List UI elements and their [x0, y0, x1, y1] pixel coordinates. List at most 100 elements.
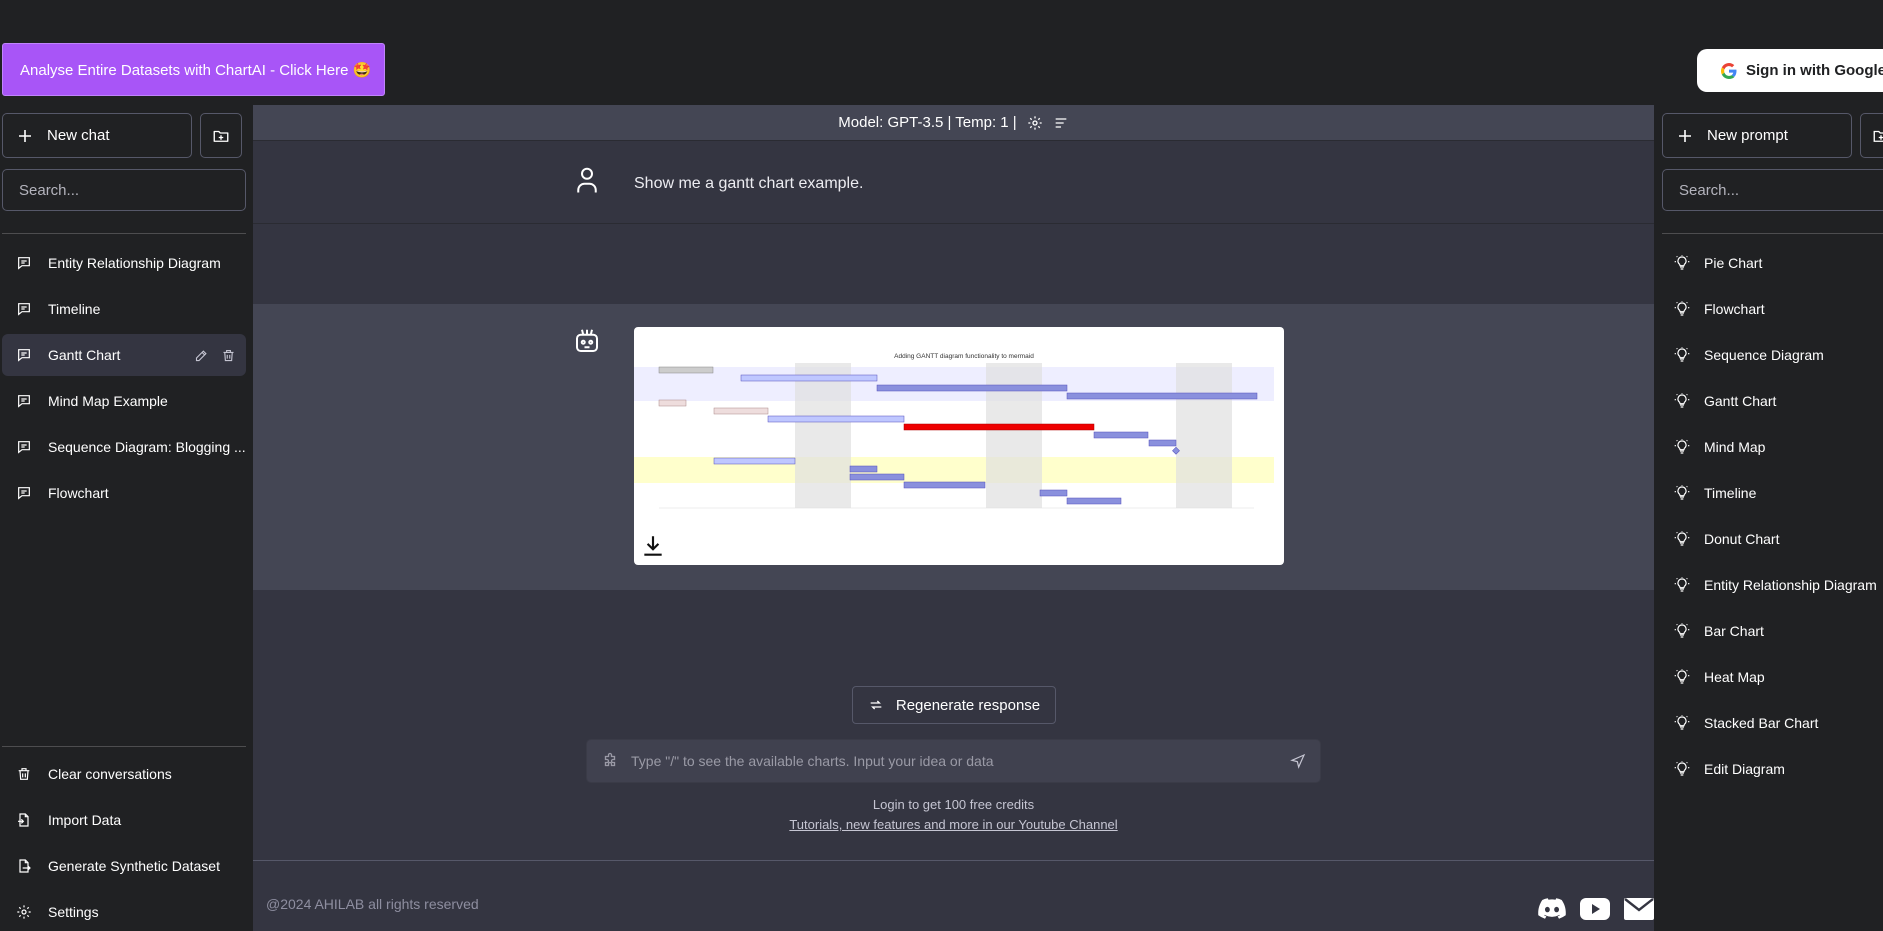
settings-label: Settings	[48, 904, 99, 920]
conversation-label: Timeline	[48, 301, 101, 317]
sidebar-bottom-divider	[2, 746, 246, 747]
conversation-label: Flowchart	[48, 485, 109, 501]
gantt-task-bar	[849, 465, 878, 473]
prompt-item[interactable]: Bar Chart	[1654, 611, 1764, 651]
send-icon[interactable]	[1290, 753, 1306, 769]
lightbulb-icon	[1674, 393, 1690, 408]
prompt-label: Flowchart	[1704, 301, 1765, 317]
conversation-actions	[194, 348, 236, 363]
copyright-text: @2024 AHILAB all rights reserved	[266, 896, 479, 912]
plus-icon	[1679, 129, 1691, 142]
lightbulb-icon	[1674, 439, 1690, 454]
right-sidebar: New prompt Pie Chart Flowchart Sequence Di…	[1654, 105, 1883, 931]
mail-icon[interactable]	[1624, 898, 1654, 920]
prompt-search-input[interactable]	[1662, 169, 1883, 211]
user-message: Show me a gantt chart example.	[253, 141, 1654, 224]
download-icon[interactable]	[640, 533, 666, 559]
user-message-text: Show me a gantt chart example.	[634, 175, 864, 192]
prompt-item[interactable]: Sequence Diagram	[1654, 335, 1824, 375]
social-links	[1538, 898, 1654, 920]
new-prompt-button[interactable]: New prompt	[1662, 113, 1852, 158]
credits-text: Login to get 100 free credits	[872, 797, 1035, 812]
youtube-icon[interactable]	[1580, 898, 1610, 920]
new-chat-label: New chat	[47, 127, 110, 144]
settings-button[interactable]: Settings	[2, 891, 246, 931]
align-left-icon[interactable]	[1053, 115, 1069, 131]
clear-conversations-button[interactable]: Clear conversations	[2, 753, 246, 795]
regenerate-response-button[interactable]: Regenerate response	[852, 686, 1056, 724]
prompt-label: Edit Diagram	[1704, 761, 1785, 777]
youtube-link[interactable]: Tutorials, new features and more in our …	[789, 817, 1117, 832]
gantt-title: Adding GANTT diagram functionality to me…	[894, 353, 1034, 360]
prompt-item[interactable]: Stacked Bar Chart	[1654, 703, 1818, 743]
promo-button[interactable]: Analyse Entire Datasets with ChartAI - C…	[2, 43, 385, 96]
conversation-item[interactable]: Sequence Diagram: Blogging ...	[2, 426, 246, 468]
file-import-icon	[18, 813, 29, 827]
conversation-item[interactable]: Flowchart	[2, 472, 246, 514]
prompt-item[interactable]: Timeline	[1654, 473, 1756, 513]
new-prompt-folder-button[interactable]	[1860, 113, 1883, 158]
generate-synthetic-dataset-button[interactable]: Generate Synthetic Dataset	[2, 845, 246, 887]
prompt-label: Pie Chart	[1704, 255, 1763, 271]
conversation-label: Entity Relationship Diagram	[48, 255, 221, 271]
gantt-task-bar	[1066, 497, 1122, 505]
lightbulb-icon	[1674, 485, 1690, 500]
message-icon	[18, 487, 30, 500]
prompt-item[interactable]: Gantt Chart	[1654, 381, 1776, 421]
prompt-item[interactable]: Mind Map	[1654, 427, 1765, 467]
prompt-item[interactable]: Edit Diagram	[1654, 749, 1785, 789]
message-icon	[18, 303, 30, 316]
user-avatar-icon	[577, 167, 597, 193]
prompt-label: Heat Map	[1704, 669, 1765, 685]
regenerate-label: Regenerate response	[895, 696, 1041, 714]
chat-input-container	[586, 739, 1321, 783]
new-folder-button[interactable]	[200, 113, 242, 158]
prompt-label: Mind Map	[1704, 439, 1766, 455]
prompt-label: Bar Chart	[1704, 623, 1764, 639]
gantt-task-bar	[658, 399, 687, 407]
footer-divider	[253, 860, 1654, 861]
chat-search-input[interactable]	[2, 169, 246, 211]
file-export-icon	[19, 859, 31, 873]
puzzle-icon[interactable]	[601, 752, 619, 770]
sidebar-divider	[2, 233, 246, 234]
conversation-label: Gantt Chart	[48, 347, 121, 363]
empty-message-row	[253, 224, 1654, 304]
signin-label: Sign in with Google	[1746, 62, 1883, 79]
assistant-message: Adding GANTT diagram functionality to me…	[253, 304, 1654, 590]
prompt-item[interactable]: Flowchart	[1654, 289, 1765, 329]
message-icon	[18, 395, 30, 408]
gantt-task-bar	[849, 473, 905, 481]
sidebar-divider	[1662, 233, 1883, 234]
youtube-link-row: Tutorials, new features and more in our …	[253, 817, 1654, 832]
prompt-item[interactable]: Pie Chart	[1654, 243, 1762, 283]
edit-icon[interactable]	[194, 348, 209, 363]
import-data-button[interactable]: Import Data	[2, 799, 246, 841]
gear-icon[interactable]	[1027, 115, 1043, 131]
gantt-task-bar	[767, 415, 905, 423]
plus-icon	[19, 129, 31, 142]
signin-google-button[interactable]: Sign in with Google	[1697, 49, 1883, 92]
chat-input[interactable]	[631, 753, 1278, 769]
lightbulb-icon	[1674, 347, 1690, 362]
gantt-task-bar	[876, 384, 1068, 392]
conversation-item[interactable]: Entity Relationship Diagram	[2, 242, 246, 284]
conversation-item[interactable]: Timeline	[2, 288, 246, 330]
prompt-item[interactable]: Donut Chart	[1654, 519, 1779, 559]
trash-icon[interactable]	[221, 348, 236, 363]
left-sidebar: New chat Entity Relationship Diagram Tim…	[0, 105, 253, 931]
discord-icon[interactable]	[1538, 898, 1566, 920]
model-label: Model: GPT-3.5 | Temp: 1 |	[838, 114, 1017, 131]
trash-icon	[18, 768, 30, 780]
folder-plus-icon	[213, 130, 229, 142]
robot-avatar-icon	[576, 329, 598, 352]
prompt-label: Gantt Chart	[1704, 393, 1777, 409]
conversation-item[interactable]: Mind Map Example	[2, 380, 246, 422]
gantt-task-bar	[1066, 392, 1258, 400]
conversation-item-active[interactable]: Gantt Chart	[2, 334, 246, 376]
prompt-item[interactable]: Heat Map	[1654, 657, 1765, 697]
new-chat-button[interactable]: New chat	[2, 113, 192, 158]
prompt-item[interactable]: Entity Relationship Diagram	[1654, 565, 1877, 605]
prompt-label: Entity Relationship Diagram	[1704, 577, 1877, 593]
gantt-task-bar	[1039, 489, 1068, 497]
